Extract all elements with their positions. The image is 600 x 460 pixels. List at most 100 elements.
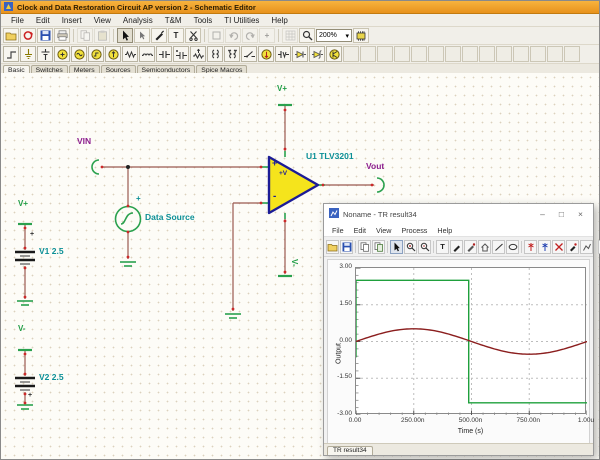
plot-area[interactable] [355,267,586,414]
diagram-marker-button[interactable] [566,240,579,254]
vout-label: Vout [366,161,384,171]
palette-electrolytic-capacitor-button[interactable] [173,46,189,62]
diagram-cursor-button[interactable] [390,240,403,254]
zoom-level-select[interactable]: 200% ▾ [316,29,352,42]
vin-io-tag[interactable] [92,160,99,174]
palette-battery-button[interactable] [37,46,53,62]
data-source-symbol[interactable] [116,207,141,232]
x-axis-label: Time (s) [355,428,586,435]
diagram-tab-strip: TR result34 [324,443,593,455]
diagram-copy-button[interactable] [358,240,371,254]
palette-ground-button[interactable] [20,46,36,62]
battery-v1-symbol[interactable] [15,252,35,264]
open-recent-button[interactable] [20,28,36,43]
maximize-icon[interactable]: □ [554,209,569,219]
copy-button[interactable] [77,28,93,43]
palette-resistor-button[interactable] [122,46,138,62]
diagram-line-button[interactable] [492,240,505,254]
last-component-button[interactable] [134,28,150,43]
diagram-cursor-a-button[interactable] [524,240,537,254]
text-tool-button[interactable]: T [168,28,184,43]
diagram-cursor-b-button[interactable] [538,240,551,254]
diagram-export-button[interactable] [372,240,385,254]
diagram-window-title-bar[interactable]: Noname - TR result34 – □ × [324,204,593,224]
palette-empty-slot [547,46,563,62]
palette-diode-button[interactable] [292,46,308,62]
undo-button[interactable] [225,28,241,43]
diagram-result-tab[interactable]: TR result34 [327,446,373,455]
diagram-ellipse-button[interactable] [506,240,519,254]
palette-wire-button[interactable] [3,46,19,62]
diagram-toolbar: T ◄ ▲ ▼ ► [324,237,593,257]
menu-item-file[interactable]: File [5,16,30,25]
menu-item-edit[interactable]: Edit [30,16,56,25]
minimize-icon[interactable]: – [535,209,550,219]
close-icon[interactable]: × [573,209,588,219]
menu-item-view[interactable]: View [88,16,117,25]
dropdown-arrow-icon: ▾ [345,32,349,40]
open-file-button[interactable] [3,28,19,43]
palette-zener-diode-button[interactable] [309,46,325,62]
toolbar-separator [433,241,434,253]
diagram-text-button[interactable]: T [436,240,449,254]
diagram-zoom-out-button[interactable] [418,240,431,254]
paste-button[interactable] [94,28,110,43]
save-button[interactable] [37,28,53,43]
diagram-menu-item-file[interactable]: File [327,226,349,235]
palette-potentiometer-button[interactable] [190,46,206,62]
opamp-noninverting-pin-sign: + [272,158,277,168]
diagram-save-button[interactable] [340,240,353,254]
grid-toggle-button[interactable] [282,28,298,43]
vout-io-tag[interactable] [377,178,384,192]
diagram-menu-item-view[interactable]: View [371,226,396,235]
ground-symbols[interactable] [17,262,241,409]
select-cursor-button[interactable] [117,28,133,43]
zoom-tool-button[interactable] [299,28,315,43]
palette-empty-slot [445,46,461,62]
opamp-vminus-terminal-label: V- [290,259,299,267]
v2-terminal-label: V- [18,324,26,333]
diagram-pen-alt-button[interactable] [464,240,477,254]
diagram-polyline-button[interactable] [580,240,593,254]
palette-transformer-button[interactable] [207,46,223,62]
menu-item-ti-utilities[interactable]: TI Utilities [218,16,265,25]
menu-item-tools[interactable]: Tools [188,16,219,25]
palette-pulse-source-button[interactable] [88,46,104,62]
redo-button[interactable] [242,28,258,43]
palette-voltage-generator-button[interactable] [71,46,87,62]
chart-panel: Time (s) Output 3.001.500.00-1.50-3.000.… [327,259,590,445]
v1-polarity-sign: + [30,231,34,238]
palette-capacitor-button[interactable] [156,46,172,62]
draw-wire-button[interactable] [151,28,167,43]
y-tick-label: 0.00 [328,337,352,344]
palette-current-source-button[interactable] [105,46,121,62]
palette-switch-button[interactable] [241,46,257,62]
opamp-vplus-terminal-label: V+ [277,84,287,93]
diagram-menu-item-help[interactable]: Help [432,226,457,235]
menu-item-analysis[interactable]: Analysis [117,16,159,25]
palette-voltmeter-button[interactable] [275,46,291,62]
menu-item-help[interactable]: Help [265,16,293,25]
cut-wire-button[interactable] [185,28,201,43]
palette-voltage-source-button[interactable] [54,46,70,62]
palette-transistor-button[interactable] [326,46,342,62]
power-terminals[interactable] [18,105,292,350]
macro-button[interactable] [353,28,369,43]
menu-item-t-m[interactable]: T&M [159,16,188,25]
diagram-zoom-in-button[interactable] [404,240,417,254]
diagram-home-button[interactable] [478,240,491,254]
battery-v2-symbol[interactable] [15,378,35,390]
diagram-cursors-off-button[interactable] [552,240,565,254]
palette-coupled-inductors-button[interactable] [224,46,240,62]
x-tick-label: 250.00n [401,417,425,424]
diagram-menu-item-process[interactable]: Process [396,226,432,235]
menu-item-insert[interactable]: Insert [56,16,88,25]
diagram-open-button[interactable] [326,240,339,254]
print-button[interactable] [54,28,70,43]
diagram-pen-button[interactable] [450,240,463,254]
rotate-button[interactable] [208,28,224,43]
add-button[interactable]: + [259,28,275,43]
palette-inductor-button[interactable] [139,46,155,62]
diagram-menu-item-edit[interactable]: Edit [349,226,371,235]
palette-controlled-source-button[interactable] [258,46,274,62]
